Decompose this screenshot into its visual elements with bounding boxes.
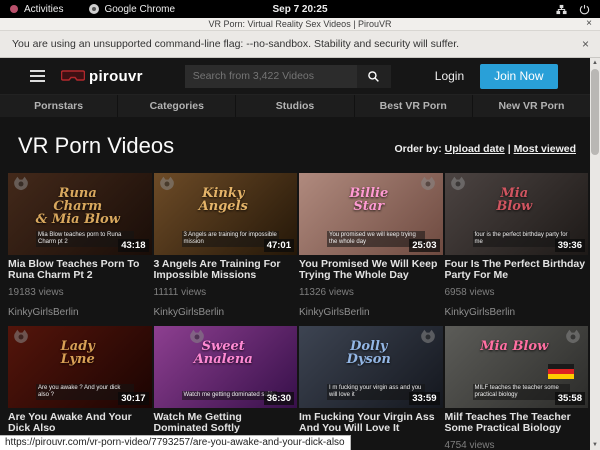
video-thumbnail[interactable]: Lady LyneAre you awake ? And your dick a… <box>8 326 152 408</box>
video-title-link[interactable]: Four Is The Perfect Birthday Party For M… <box>445 259 589 281</box>
view-count: 11326 views <box>299 287 443 298</box>
studio-link[interactable]: KinkyGirlsBerlin <box>445 307 589 318</box>
menu-item-new[interactable]: New VR Porn <box>473 95 590 117</box>
duration-badge: 39:36 <box>555 239 585 252</box>
thumbnail-overlay-title: Runa Charm & Mia Blow <box>8 187 148 226</box>
duration-badge: 36:30 <box>264 392 294 405</box>
video-card[interactable]: Mia Blowfour is the perfect birthday par… <box>445 173 589 318</box>
video-card[interactable]: Sweet AnalenaWatch me getting dominated … <box>154 326 298 450</box>
video-thumbnail[interactable]: Mia Blowfour is the perfect birthday par… <box>445 173 589 255</box>
order-upload-date-link[interactable]: Upload date <box>445 143 505 155</box>
video-card[interactable]: Lady LyneAre you awake ? And your dick a… <box>8 326 152 450</box>
thumbnail-overlay-title: Dolly Dyson <box>299 340 439 366</box>
german-flag-icon <box>548 364 574 379</box>
browser-viewport: pirouvr Login Join Now Pornstars Categor… <box>0 58 600 450</box>
thumbnail-overlay-title: Billie Star <box>299 187 439 213</box>
search-button[interactable] <box>357 65 391 88</box>
video-card[interactable]: Mia BlowMILF teaches the teacher some pr… <box>445 326 589 450</box>
login-link[interactable]: Login <box>435 69 464 83</box>
vertical-scrollbar[interactable]: ▲ ▼ <box>590 58 600 450</box>
video-card[interactable]: Kinky Angels3 Angels are training for im… <box>154 173 298 318</box>
menu-item-best[interactable]: Best VR Porn <box>355 95 473 117</box>
thumbnail-overlay-title: Lady Lyne <box>8 340 148 366</box>
video-thumbnail[interactable]: Sweet AnalenaWatch me getting dominated … <box>154 326 298 408</box>
thumbnail-overlay-title: Mia Blow <box>445 340 585 353</box>
thumbnail-overlay-title: Sweet Analena <box>154 340 294 366</box>
studio-link[interactable]: KinkyGirlsBerlin <box>299 307 443 318</box>
category-menu-bar: Pornstars Categories Studios Best VR Por… <box>0 94 590 117</box>
studio-link[interactable]: KinkyGirlsBerlin <box>154 307 298 318</box>
order-by-controls: Order by: Upload date | Most viewed <box>394 143 576 155</box>
video-title-link[interactable]: Are You Awake And Your Dick Also <box>8 412 152 434</box>
browser-title-bar: VR Porn: Virtual Reality Sex Videos | Pi… <box>0 18 600 31</box>
video-thumbnail[interactable]: Mia BlowMILF teaches the teacher some pr… <box>445 326 589 408</box>
menu-item-pornstars[interactable]: Pornstars <box>0 95 118 117</box>
video-card[interactable]: Dolly DysonI m fucking your virgin ass a… <box>299 326 443 450</box>
video-grid: Runa Charm & Mia BlowMia Blow teaches po… <box>0 171 590 450</box>
video-title-link[interactable]: You Promised We Will Keep Trying The Who… <box>299 259 443 281</box>
view-count: 4754 views <box>445 440 589 450</box>
status-bar-url: https://pirouvr.com/vr-porn-video/779325… <box>0 435 351 450</box>
warning-text: You are using an unsupported command-lin… <box>12 38 459 50</box>
system-top-bar: Activities Google Chrome Sep 7 20:25 <box>0 0 600 18</box>
page-header: VR Porn Videos Order by: Upload date | M… <box>0 117 590 171</box>
warning-close-icon[interactable]: × <box>582 37 589 51</box>
view-count: 11111 views <box>154 287 298 298</box>
thumbnail-overlay-title: Mia Blow <box>445 187 585 213</box>
video-thumbnail[interactable]: Kinky Angels3 Angels are training for im… <box>154 173 298 255</box>
search-icon <box>367 70 380 83</box>
search-input[interactable] <box>185 65 357 88</box>
vr-goggles-icon <box>61 70 85 83</box>
site-logo-text: pirouvr <box>89 68 143 85</box>
video-title-link[interactable]: 3 Angels Are Training For Impossible Mis… <box>154 259 298 281</box>
order-separator: | <box>508 143 511 155</box>
video-card[interactable]: Billie StarYou promised we will keep try… <box>299 173 443 318</box>
duration-badge: 43:18 <box>118 239 148 252</box>
power-icon[interactable] <box>579 4 590 15</box>
menu-item-categories[interactable]: Categories <box>118 95 236 117</box>
site-navbar: pirouvr Login Join Now <box>0 58 590 94</box>
scrollbar-thumb[interactable] <box>591 69 599 155</box>
view-count: 19183 views <box>8 287 152 298</box>
video-title-link[interactable]: Mia Blow Teaches Porn To Runa Charm Pt 2 <box>8 259 152 281</box>
duration-badge: 30:17 <box>118 392 148 405</box>
order-by-label: Order by: <box>394 143 441 155</box>
video-thumbnail[interactable]: Billie StarYou promised we will keep try… <box>299 173 443 255</box>
page-tab-title: VR Porn: Virtual Reality Sex Videos | Pi… <box>208 19 391 29</box>
video-title-link[interactable]: Milf Teaches The Teacher Some Practical … <box>445 412 589 434</box>
window-close-icon[interactable]: × <box>586 18 592 29</box>
duration-badge: 35:58 <box>555 392 585 405</box>
scroll-down-icon[interactable]: ▼ <box>592 440 598 450</box>
duration-badge: 25:03 <box>409 239 439 252</box>
chrome-warning-bar: You are using an unsupported command-lin… <box>0 31 600 58</box>
join-now-button[interactable]: Join Now <box>480 64 557 89</box>
scroll-up-icon[interactable]: ▲ <box>592 58 598 68</box>
hamburger-menu-icon[interactable] <box>30 70 45 82</box>
site-logo[interactable]: pirouvr <box>61 68 143 85</box>
duration-badge: 33:59 <box>409 392 439 405</box>
video-card[interactable]: Runa Charm & Mia BlowMia Blow teaches po… <box>8 173 152 318</box>
video-thumbnail[interactable]: Runa Charm & Mia BlowMia Blow teaches po… <box>8 173 152 255</box>
duration-badge: 47:01 <box>264 239 294 252</box>
video-thumbnail[interactable]: Dolly DysonI m fucking your virgin ass a… <box>299 326 443 408</box>
network-icon[interactable] <box>556 4 567 15</box>
studio-link[interactable]: KinkyGirlsBerlin <box>8 307 152 318</box>
video-title-link[interactable]: Watch Me Getting Dominated Softly <box>154 412 298 434</box>
thumbnail-overlay-title: Kinky Angels <box>154 187 294 213</box>
video-title-link[interactable]: Im Fucking Your Virgin Ass And You Will … <box>299 412 443 434</box>
menu-item-studios[interactable]: Studios <box>236 95 354 117</box>
view-count: 6958 views <box>445 287 589 298</box>
order-most-viewed-link[interactable]: Most viewed <box>514 143 576 155</box>
system-clock[interactable]: Sep 7 20:25 <box>0 4 600 15</box>
